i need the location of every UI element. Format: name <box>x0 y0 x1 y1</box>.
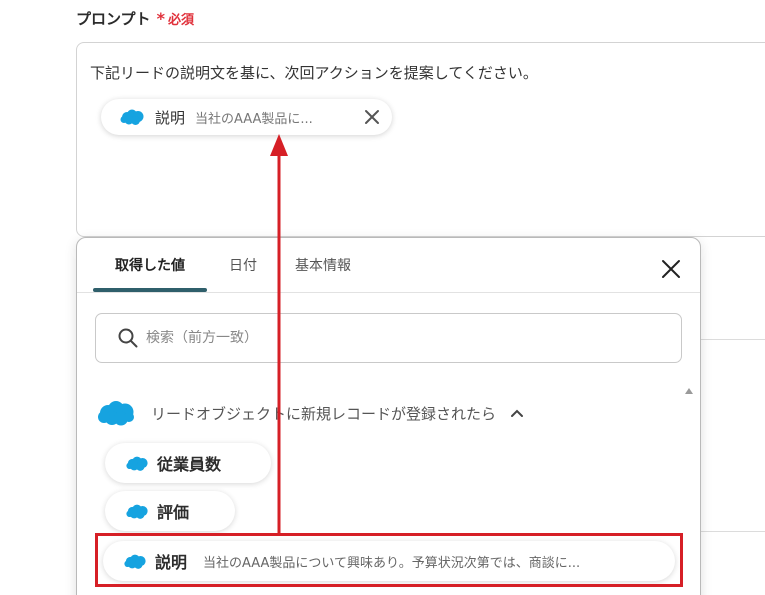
tab-date[interactable]: 日付 <box>227 238 259 292</box>
variable-name: 説明 <box>155 108 186 127</box>
value-picker-popover: 取得した値 日付 基本情報 リードオブジェクトに新規レ <box>76 237 701 595</box>
variable-value-preview: 当社のAAA製品に... <box>195 111 313 127</box>
close-icon[interactable] <box>659 257 683 281</box>
option-name: 評価 <box>157 503 190 522</box>
salesforce-cloud-icon <box>120 109 144 125</box>
prompt-text: 下記リードの説明文を基に、次回アクションを提案してください。 <box>90 64 538 82</box>
salesforce-cloud-icon <box>124 554 146 569</box>
option-value-preview: 当社のAAA製品について興味あり。予算状況次第では、商談に... <box>203 555 581 571</box>
search-icon <box>118 328 138 348</box>
prompt-textarea[interactable]: 下記リードの説明文を基に、次回アクションを提案してください。 説明 当社のAAA… <box>76 42 765 237</box>
option-employee-count[interactable]: 従業員数 <box>105 443 271 483</box>
scrollbar-up-arrow[interactable] <box>684 386 694 396</box>
background-divider <box>700 531 765 532</box>
prompt-field-label: プロンプト * 必須 <box>76 8 194 29</box>
app-root: プロンプト * 必須 下記リードの説明文を基に、次回アクションを提案してください… <box>0 0 765 595</box>
option-name: 説明 <box>155 553 188 572</box>
prompt-label-text: プロンプト <box>76 10 151 28</box>
required-badge: 必須 <box>167 13 194 28</box>
option-description[interactable]: 説明 当社のAAA製品について興味あり。予算状況次第では、商談に... <box>103 541 675 581</box>
option-rating[interactable]: 評価 <box>105 491 235 531</box>
trigger-group-header[interactable]: リードオブジェクトに新規レコードが登録されたら <box>97 398 524 428</box>
tab-basic-info[interactable]: 基本情報 <box>295 238 351 292</box>
salesforce-cloud-icon <box>126 456 148 471</box>
salesforce-cloud-icon <box>98 401 134 426</box>
search-field[interactable] <box>95 313 682 363</box>
trigger-group-title: リードオブジェクトに新規レコードが登録されたら <box>151 404 497 423</box>
close-icon[interactable] <box>362 107 382 127</box>
background-divider <box>700 339 765 340</box>
required-asterisk: * <box>156 9 165 28</box>
chevron-up-icon <box>511 409 524 417</box>
search-input[interactable] <box>146 330 646 346</box>
tab-acquired-values[interactable]: 取得した値 <box>93 238 207 292</box>
salesforce-cloud-icon <box>126 504 148 519</box>
option-name: 従業員数 <box>157 455 222 474</box>
picker-tabs: 取得した値 日付 基本情報 <box>93 238 351 292</box>
tabs-divider <box>77 292 700 293</box>
inserted-variable-chip[interactable]: 説明 当社のAAA製品に... <box>101 99 392 135</box>
